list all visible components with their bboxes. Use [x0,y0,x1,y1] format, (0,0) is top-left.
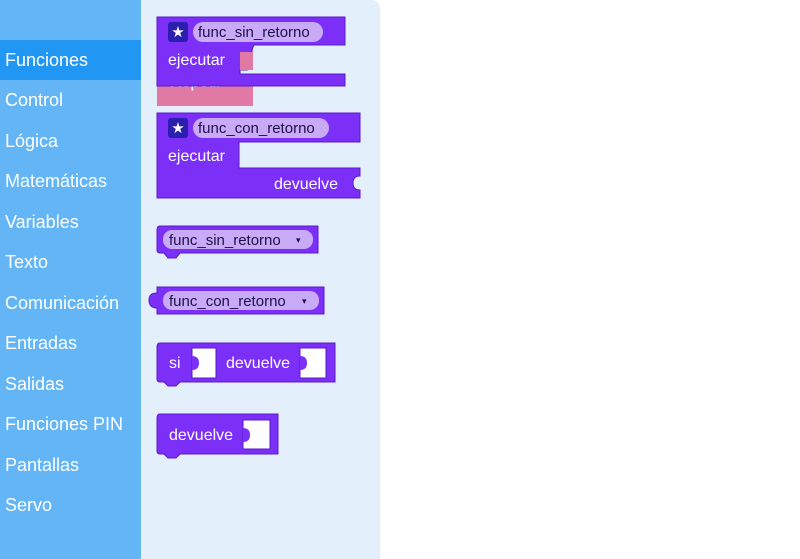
call-return-block[interactable]: func_con_retorno ▾ [148,286,325,315]
category-entradas[interactable]: Entradas [0,323,141,363]
if-return-block[interactable]: si devuelve [156,342,336,387]
dropdown-arrow-icon: ▾ [296,236,301,246]
hidden-block-notch [240,52,253,70]
function-name-text: func_con_retorno [198,120,315,137]
category-funciones[interactable]: Funciones [0,40,141,80]
category-pantallas[interactable]: Pantallas [0,445,141,485]
category-logica[interactable]: Lógica [0,121,141,161]
execute-label: ejecutar [168,52,226,69]
category-comunicacion[interactable]: Comunicación [0,283,141,323]
function-dropdown-text: func_sin_retorno [169,232,281,249]
category-sidebar: Funciones Control Lógica Matemáticas Var… [0,0,141,559]
category-servo[interactable]: Servo [0,485,141,525]
category-salidas[interactable]: Salidas [0,364,141,404]
if-label: si [169,355,181,372]
blocks-canvas: Repetir ★ func_sin_retorno ejecutar ★ fu… [148,16,361,459]
category-matematicas[interactable]: Matemáticas [0,161,141,201]
def-return-block[interactable]: ★ func_con_retorno ejecutar devuelve [156,112,361,199]
execute-label: ejecutar [168,148,226,165]
return-block[interactable]: devuelve [156,413,279,459]
block-flyout: Repetir ★ func_sin_retorno ejecutar ★ fu… [141,0,380,559]
category-variables[interactable]: Variables [0,202,141,242]
return-label: devuelve [274,176,338,193]
category-funciones-pin[interactable]: Funciones PIN [0,404,141,444]
return-label: devuelve [169,427,233,444]
dropdown-arrow-icon: ▾ [302,297,307,307]
star-glyph: ★ [171,119,184,137]
function-dropdown-text: func_con_retorno [169,293,286,310]
condition-input-slot[interactable] [191,347,217,379]
value-input-slot[interactable] [242,419,271,450]
def-no-return-block[interactable]: Repetir ★ func_sin_retorno ejecutar [156,16,346,106]
function-name-text: func_sin_retorno [198,24,310,41]
category-control[interactable]: Control [0,80,141,120]
star-glyph: ★ [171,23,184,41]
category-texto[interactable]: Texto [0,242,141,282]
value-input-slot[interactable] [299,347,327,379]
return-label: devuelve [226,355,290,372]
call-no-return-block[interactable]: func_sin_retorno ▾ [156,225,319,259]
